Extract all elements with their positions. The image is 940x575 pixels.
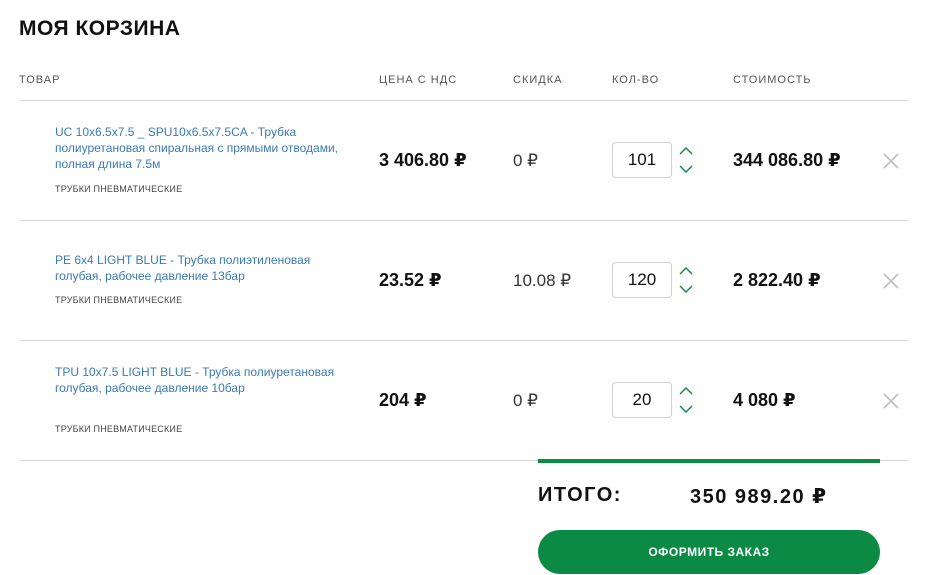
header-price: ЦЕНА С НДС xyxy=(379,74,458,86)
close-icon[interactable] xyxy=(881,391,901,411)
header-product: ТОВАР xyxy=(19,74,61,86)
checkout-button[interactable]: ОФОРМИТЬ ЗАКАЗ xyxy=(538,530,880,574)
cart-row: TPU 10x7.5 LIGHT BLUE - Трубка полиурета… xyxy=(0,340,940,460)
header-total: СТОИМОСТЬ xyxy=(733,74,812,86)
product-category: ТРУБКИ ПНЕВМАТИЧЕСКИЕ xyxy=(55,295,183,305)
close-icon[interactable] xyxy=(881,151,901,171)
chevron-up-icon[interactable] xyxy=(677,383,695,399)
chevron-up-icon[interactable] xyxy=(677,263,695,279)
quantity-input[interactable] xyxy=(612,382,672,418)
summary-accent-bar xyxy=(538,459,880,463)
summary-total: 350 989.20 ₽ xyxy=(690,486,828,508)
cart-row: UC 10x6.5x7.5 _ SPU10x6.5x7.5CA - Трубка… xyxy=(0,100,940,220)
product-link[interactable]: PE 6x4 LIGHT BLUE - Трубка полиэтиленова… xyxy=(55,252,345,284)
page-title: МОЯ КОРЗИНА xyxy=(19,17,181,40)
chevron-down-icon[interactable] xyxy=(677,161,695,177)
product-total: 344 086.80 ₽ xyxy=(733,150,841,170)
product-price: 3 406.80 ₽ xyxy=(379,150,467,170)
product-discount: 10.08 ₽ xyxy=(513,271,572,290)
product-link[interactable]: UC 10x6.5x7.5 _ SPU10x6.5x7.5CA - Трубка… xyxy=(55,124,345,172)
chevron-down-icon[interactable] xyxy=(677,401,695,417)
product-category: ТРУБКИ ПНЕВМАТИЧЕСКИЕ xyxy=(55,184,183,194)
summary-label: ИТОГО: xyxy=(538,484,622,506)
cart-row: PE 6x4 LIGHT BLUE - Трубка полиэтиленова… xyxy=(0,220,940,340)
product-total: 2 822.40 ₽ xyxy=(733,270,821,290)
chevron-down-icon[interactable] xyxy=(677,281,695,297)
quantity-input[interactable] xyxy=(612,142,672,178)
close-icon[interactable] xyxy=(881,271,901,291)
quantity-input[interactable] xyxy=(612,262,672,298)
header-qty: КОЛ-ВО xyxy=(612,74,660,86)
header-discount: СКИДКА xyxy=(513,74,563,86)
product-link[interactable]: TPU 10x7.5 LIGHT BLUE - Трубка полиурета… xyxy=(55,364,345,396)
product-category: ТРУБКИ ПНЕВМАТИЧЕСКИЕ xyxy=(55,424,183,434)
product-price: 204 ₽ xyxy=(379,390,427,410)
chevron-up-icon[interactable] xyxy=(677,143,695,159)
cart-page: МОЯ КОРЗИНА ТОВАР ЦЕНА С НДС СКИДКА КОЛ-… xyxy=(0,0,940,575)
product-discount: 0 ₽ xyxy=(513,391,538,410)
product-price: 23.52 ₽ xyxy=(379,270,442,290)
product-total: 4 080 ₽ xyxy=(733,390,796,410)
product-discount: 0 ₽ xyxy=(513,151,538,170)
